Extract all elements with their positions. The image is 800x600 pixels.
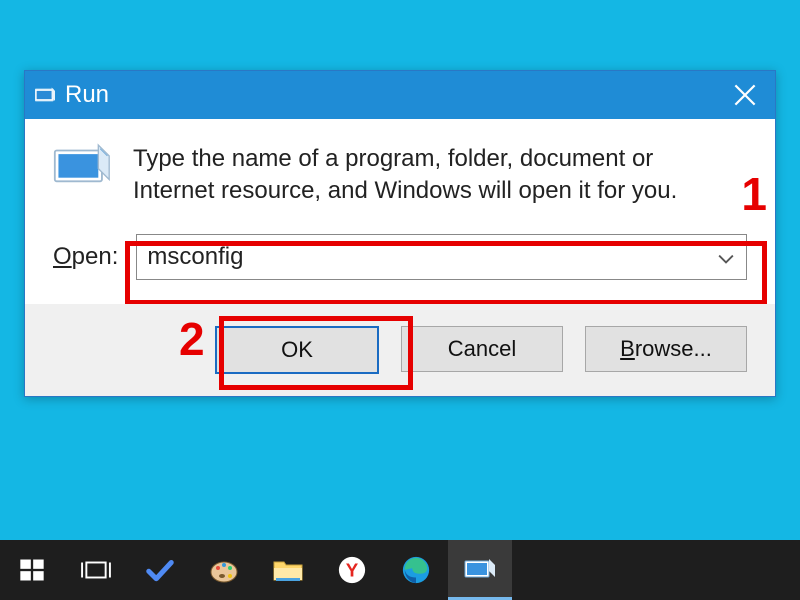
close-button[interactable] [715, 71, 775, 119]
run-dialog: Run Type the name of a program, folder, … [24, 70, 776, 397]
taskbar-explorer[interactable] [256, 540, 320, 600]
browse-button[interactable]: Browse... [585, 326, 747, 372]
task-view-icon [81, 557, 111, 583]
folder-icon [272, 556, 304, 584]
close-icon [734, 84, 756, 106]
start-button[interactable] [0, 540, 64, 600]
taskbar-yandex[interactable]: Y [320, 540, 384, 600]
open-combobox[interactable]: msconfig [136, 234, 747, 280]
taskbar: Y [0, 540, 800, 600]
taskbar-paint[interactable] [192, 540, 256, 600]
run-icon [35, 87, 55, 103]
cancel-button[interactable]: Cancel [401, 326, 563, 372]
run-large-icon [53, 143, 111, 192]
edge-icon [401, 555, 431, 585]
annotation-number-2: 2 [179, 312, 205, 366]
taskbar-todo[interactable] [128, 540, 192, 600]
chevron-down-icon[interactable] [718, 243, 734, 271]
run-taskbar-icon [464, 557, 496, 581]
yandex-icon: Y [337, 555, 367, 585]
button-row: OK Cancel Browse... 2 [25, 304, 775, 396]
window-title: Run [65, 81, 715, 109]
paint-icon [208, 554, 240, 586]
taskbar-run[interactable] [448, 540, 512, 600]
svg-text:Y: Y [346, 560, 359, 581]
windows-icon [18, 556, 46, 584]
open-label: Open: [53, 243, 118, 271]
todo-icon [145, 555, 175, 585]
ok-button[interactable]: OK [215, 326, 379, 374]
dialog-body: Type the name of a program, folder, docu… [25, 119, 775, 304]
open-value: msconfig [147, 243, 243, 271]
instructions-text: Type the name of a program, folder, docu… [133, 143, 747, 208]
task-view-button[interactable] [64, 540, 128, 600]
taskbar-edge[interactable] [384, 540, 448, 600]
titlebar: Run [25, 71, 775, 119]
